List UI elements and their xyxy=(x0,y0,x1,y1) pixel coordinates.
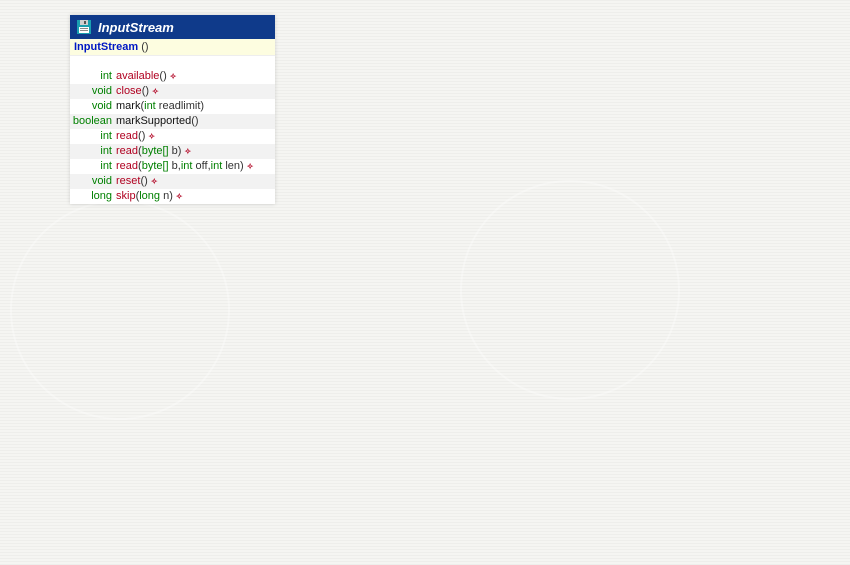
method-row: intread ()✧ xyxy=(70,129,275,144)
method-signature: available ()✧ xyxy=(116,70,275,83)
return-type: void xyxy=(70,175,116,188)
method-name: mark xyxy=(116,100,140,113)
spacer xyxy=(70,56,275,69)
method-signature: mark (int readlimit) xyxy=(116,100,275,113)
method-name: markSupported xyxy=(116,115,191,128)
param-type: byte[] xyxy=(142,160,169,173)
paren-close: ) xyxy=(169,190,173,203)
throws-icon: ✧ xyxy=(176,190,183,203)
methods-list: intavailable ()✧voidclose ()✧voidmark (i… xyxy=(70,69,275,204)
method-name: read xyxy=(116,145,138,158)
method-row: booleanmarkSupported () xyxy=(70,114,275,129)
throws-icon: ✧ xyxy=(148,130,155,143)
method-row: intread (byte[] b, int off, int len)✧ xyxy=(70,159,275,174)
paren-close: ) xyxy=(240,160,244,173)
param-name: n xyxy=(160,190,169,203)
method-signature: skip (long n)✧ xyxy=(116,190,275,203)
throws-icon: ✧ xyxy=(170,70,177,83)
return-type: int xyxy=(70,145,116,158)
class-title: InputStream xyxy=(98,20,174,35)
return-type: boolean xyxy=(70,115,116,128)
throws-icon: ✧ xyxy=(184,145,191,158)
throws-icon: ✧ xyxy=(247,160,254,173)
method-signature: read (byte[] b)✧ xyxy=(116,145,275,158)
paren-close: ) xyxy=(178,145,182,158)
method-name: close xyxy=(116,85,142,98)
method-name: skip xyxy=(116,190,136,203)
paren-close: ) xyxy=(144,175,148,188)
param-type: int xyxy=(181,160,193,173)
paren-close: ) xyxy=(163,70,167,83)
param-name: len xyxy=(222,160,240,173)
method-row: longskip (long n)✧ xyxy=(70,189,275,204)
param-type: byte[] xyxy=(142,145,169,158)
return-type: void xyxy=(70,85,116,98)
param-type: int xyxy=(144,100,156,113)
param-type: long xyxy=(139,190,160,203)
return-type: long xyxy=(70,190,116,203)
floppy-disk-icon xyxy=(76,19,92,35)
method-row: voidmark (int readlimit) xyxy=(70,99,275,114)
param-name: b xyxy=(169,145,178,158)
method-row: intread (byte[] b)✧ xyxy=(70,144,275,159)
method-name: read xyxy=(116,130,138,143)
paren-close: ) xyxy=(142,130,146,143)
method-signature: markSupported () xyxy=(116,115,275,128)
return-type: void xyxy=(70,100,116,113)
paren-close: ) xyxy=(200,100,204,113)
param-type: int xyxy=(211,160,223,173)
throws-icon: ✧ xyxy=(152,85,159,98)
method-row: intavailable ()✧ xyxy=(70,69,275,84)
throws-icon: ✧ xyxy=(151,175,158,188)
method-signature: read ()✧ xyxy=(116,130,275,143)
class-card: InputStream InputStream () intavailable … xyxy=(70,15,275,204)
param-name: readlimit xyxy=(156,100,201,113)
return-type: int xyxy=(70,70,116,83)
return-type: int xyxy=(70,160,116,173)
method-name: reset xyxy=(116,175,140,188)
method-name: available xyxy=(116,70,159,83)
method-name: read xyxy=(116,160,138,173)
method-row: voidreset ()✧ xyxy=(70,174,275,189)
param-name: off xyxy=(192,160,207,173)
paren-close: ) xyxy=(145,85,149,98)
param-name: b xyxy=(169,160,178,173)
constructor-params: () xyxy=(141,41,148,53)
method-signature: read (byte[] b, int off, int len)✧ xyxy=(116,160,275,173)
return-type: int xyxy=(70,130,116,143)
title-bar: InputStream xyxy=(70,15,275,39)
method-signature: reset ()✧ xyxy=(116,175,275,188)
method-signature: close ()✧ xyxy=(116,85,275,98)
method-row: voidclose ()✧ xyxy=(70,84,275,99)
constructor-name: InputStream xyxy=(74,41,138,53)
paren-close: ) xyxy=(195,115,199,128)
constructor-row: InputStream () xyxy=(70,39,275,56)
